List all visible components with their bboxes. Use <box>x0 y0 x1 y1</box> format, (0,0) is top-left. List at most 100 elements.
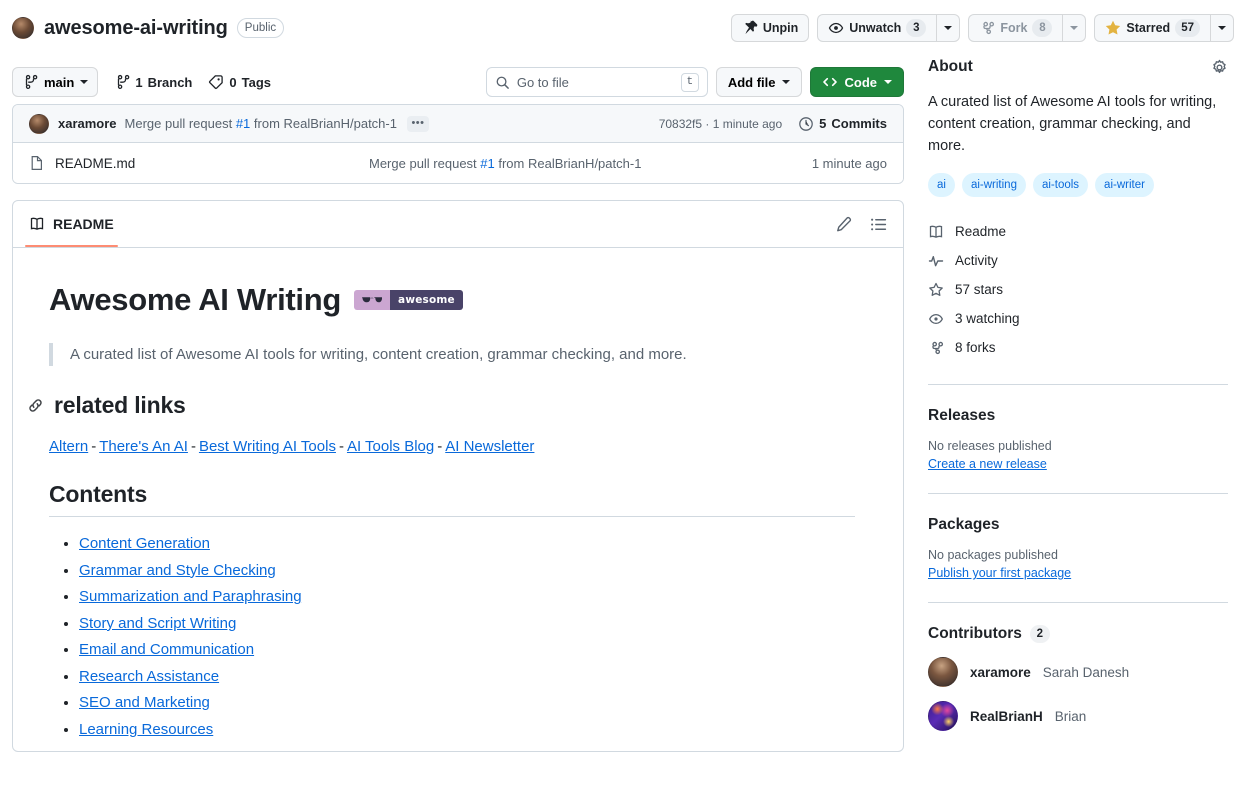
star-icon <box>1105 20 1121 36</box>
link-separator: - <box>91 438 97 456</box>
history-icon <box>798 116 814 132</box>
sidebar-item-label: Readme <box>955 224 1007 240</box>
tags-label: Tags <box>241 74 271 90</box>
commit-message[interactable]: Merge pull request #1 from RealBrianH/pa… <box>125 116 397 131</box>
commit-message-prefix: Merge pull request <box>124 116 236 131</box>
starred-button[interactable]: Starred 57 <box>1094 14 1210 42</box>
list-item: Learning Resources <box>79 721 855 738</box>
readme-markdown-body: Awesome AI Writing awesome A curated lis… <box>13 248 903 738</box>
tags-link[interactable]: 0 Tags <box>208 74 271 90</box>
file-commit-message[interactable]: Merge pull request #1 from RealBrianH/pa… <box>369 156 812 171</box>
repo-header: awesome-ai-writing Public Unpin Unwatch … <box>0 0 1250 46</box>
contents-link-content-generation[interactable]: Content Generation <box>79 535 210 552</box>
sidebar-item-readme[interactable]: Readme <box>928 217 1228 246</box>
about-description: A curated list of Awesome AI tools for w… <box>928 94 1217 155</box>
commits-count: 5 <box>819 116 827 131</box>
owner-avatar[interactable] <box>12 17 34 39</box>
contributor-username: RealBrianH <box>970 708 1043 724</box>
fork-label: Fork <box>1000 21 1028 35</box>
fork-dropdown-button[interactable] <box>1062 14 1087 42</box>
related-link-altern[interactable]: Altern <box>49 438 88 455</box>
file-name-cell[interactable]: README.md <box>29 155 369 171</box>
contents-link-email-and-communication[interactable]: Email and Communication <box>79 641 254 658</box>
chevron-down-icon <box>80 80 89 84</box>
add-file-button[interactable]: Add file <box>715 67 802 97</box>
contributors-heading-row: Contributors 2 <box>928 625 1228 644</box>
related-link-best-writing-ai-tools[interactable]: Best Writing AI Tools <box>199 438 336 455</box>
contents-link-summarization-and-paraphrasing[interactable]: Summarization and Paraphrasing <box>79 588 302 605</box>
related-link-theres-an-ai[interactable]: There's An AI <box>99 438 188 455</box>
contents-list: Content Generation Grammar and Style Che… <box>49 535 855 738</box>
edit-pencil-icon[interactable] <box>835 216 852 233</box>
file-name-label: README.md <box>55 155 136 171</box>
contents-link-grammar-and-style-checking[interactable]: Grammar and Style Checking <box>79 562 276 579</box>
list-item: Summarization and Paraphrasing <box>79 588 855 605</box>
list-item: Grammar and Style Checking <box>79 562 855 579</box>
commit-pr-link[interactable]: #1 <box>236 116 250 131</box>
commit-sha-and-time[interactable]: 70832f5 · 1 minute ago <box>659 117 782 131</box>
sidebar-item-watching[interactable]: 3 watching <box>928 304 1228 333</box>
sidebar-item-stars[interactable]: 57 stars <box>928 275 1228 304</box>
gear-icon[interactable] <box>1211 59 1228 76</box>
branch-name: main <box>44 74 75 90</box>
page-title: Awesome AI Writing awesome <box>49 282 855 327</box>
main-column: main 1 Branch 0 Tags Go to file t Add fi… <box>12 46 904 752</box>
readme-header: README <box>13 201 903 248</box>
eye-icon <box>928 311 944 327</box>
topic-ai[interactable]: ai <box>928 173 955 198</box>
topic-ai-writing[interactable]: ai-writing <box>961 173 1026 198</box>
outline-list-icon[interactable] <box>870 216 887 233</box>
contents-link-learning-resources[interactable]: Learning Resources <box>79 721 213 738</box>
link-icon <box>27 397 44 414</box>
code-button[interactable]: Code <box>809 67 904 97</box>
watch-dropdown-button[interactable] <box>936 14 961 42</box>
star-split-button: Starred 57 <box>1094 14 1234 42</box>
related-links-row: Altern - There's An AI - Best Writing AI Too… <box>49 438 855 455</box>
packages-empty-state: No packages published Publish your first… <box>928 548 1228 580</box>
sidebar-item-activity[interactable]: Activity <box>928 246 1228 275</box>
readme-blockquote: A curated list of Awesome AI tools for w… <box>49 343 855 367</box>
unpin-button[interactable]: Unpin <box>730 14 810 42</box>
go-to-file-input[interactable]: Go to file t <box>485 67 708 97</box>
commit-sha-separator: · <box>702 116 713 131</box>
avatar <box>928 657 958 688</box>
contents-link-seo-and-marketing[interactable]: SEO and Marketing <box>79 694 210 711</box>
commit-expand-button[interactable]: ••• <box>406 115 429 132</box>
commits-history-link[interactable]: 5 Commits <box>798 116 887 132</box>
contributors-count: 2 <box>1029 625 1050 644</box>
fork-button[interactable]: Fork 8 <box>968 14 1063 42</box>
contents-link-research-assistance[interactable]: Research Assistance <box>79 668 219 685</box>
search-icon <box>495 75 510 90</box>
list-item: Research Assistance <box>79 668 855 685</box>
contributor-realbrianh[interactable]: RealBrianH Brian <box>928 701 1228 732</box>
contributor-xaramore[interactable]: xaramore Sarah Danesh <box>928 657 1228 688</box>
related-link-ai-tools-blog[interactable]: AI Tools Blog <box>347 438 434 455</box>
topic-list: ai ai-writing ai-tools ai-writer <box>928 173 1228 198</box>
go-to-file-shortcut: t <box>680 72 699 92</box>
commit-sha: 70832f5 <box>658 116 703 131</box>
branches-count: 1 <box>135 74 143 90</box>
unwatch-button[interactable]: Unwatch 3 <box>817 14 937 42</box>
branches-link[interactable]: 1 Branch <box>114 74 192 90</box>
tab-readme[interactable]: README <box>25 201 118 247</box>
topic-ai-writer[interactable]: ai-writer <box>1095 173 1154 198</box>
related-link-ai-newsletter[interactable]: AI Newsletter <box>445 438 534 455</box>
sidebar-item-forks[interactable]: 8 forks <box>928 333 1228 362</box>
unwatch-label: Unwatch <box>849 21 902 35</box>
releases-section: Releases No releases published Create a … <box>928 384 1228 471</box>
publish-package-link[interactable]: Publish your first package <box>928 566 1228 580</box>
branches-label: Branch <box>147 74 193 90</box>
create-release-link[interactable]: Create a new release <box>928 457 1228 471</box>
awesome-badge[interactable]: awesome <box>354 290 463 310</box>
commit-author[interactable]: xaramore <box>58 116 117 131</box>
commit-meta: 70832f5 · 1 minute ago 5 Commits <box>659 116 887 132</box>
branch-selector[interactable]: main <box>12 67 99 97</box>
watch-count: 3 <box>906 19 927 37</box>
avatar[interactable] <box>29 113 49 134</box>
file-commit-pr-link[interactable]: #1 <box>480 156 494 171</box>
star-icon <box>928 282 944 298</box>
star-dropdown-button[interactable] <box>1210 14 1234 42</box>
repo-name[interactable]: awesome-ai-writing <box>44 17 228 40</box>
topic-ai-tools[interactable]: ai-tools <box>1032 173 1089 198</box>
contents-link-story-and-script-writing[interactable]: Story and Script Writing <box>79 615 236 632</box>
